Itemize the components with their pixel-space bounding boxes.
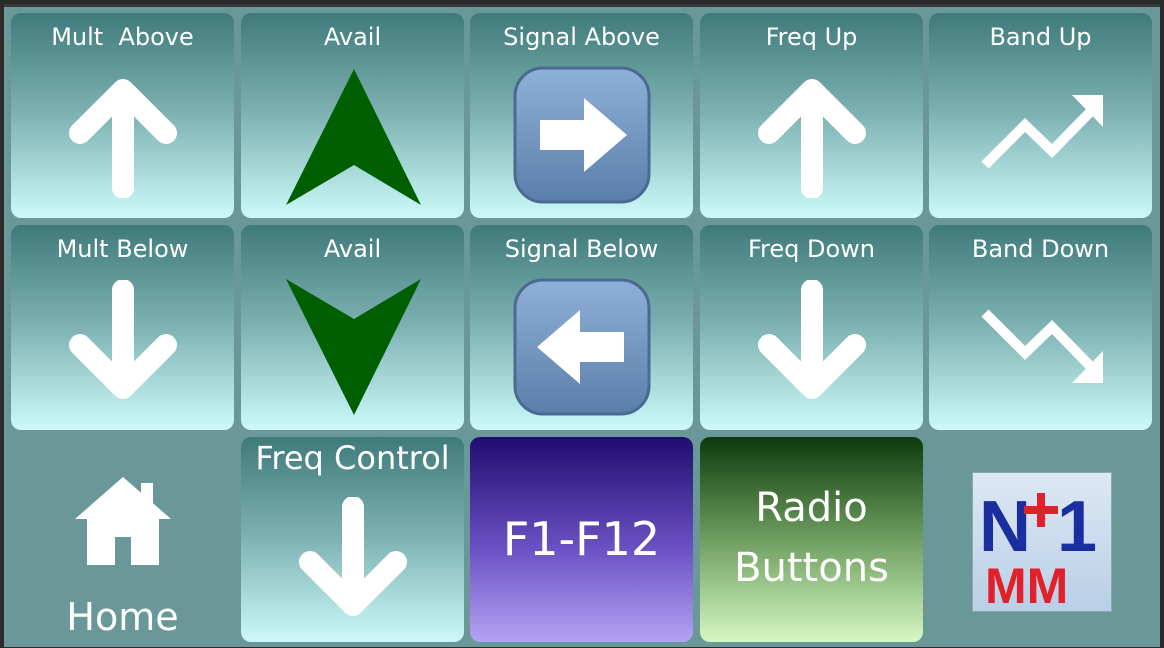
band-down-label: Band Down (971, 235, 1110, 263)
avail-up-label: Avail (323, 23, 382, 51)
svg-text:N: N (979, 487, 1031, 567)
function-keys-button[interactable]: F1-F12 (470, 437, 693, 642)
home-label: Home (66, 595, 179, 639)
arrow-right-emoji-icon (513, 66, 651, 204)
trending-down-icon (981, 309, 1103, 383)
triangle-up-icon (286, 69, 421, 205)
freq-down-label: Freq Down (747, 235, 876, 263)
signal-below-label: Signal Below (504, 235, 659, 263)
signal-above-label: Signal Above (503, 23, 660, 51)
home-button[interactable]: Home (11, 437, 234, 642)
freq-down-button[interactable]: Freq Down (700, 225, 923, 430)
band-up-button[interactable]: Band Up (929, 13, 1152, 218)
band-down-button[interactable]: Band Down (929, 225, 1152, 430)
freq-up-button[interactable]: Freq Up (700, 13, 923, 218)
trending-up-icon (981, 95, 1103, 169)
freq-control-button[interactable]: Freq Control (241, 437, 464, 642)
mult-below-button[interactable]: Mult Below (11, 225, 234, 430)
arrow-up-icon (758, 79, 866, 198)
freq-control-label: Freq Control (255, 439, 450, 477)
mult-above-label: Mult Above (51, 23, 194, 51)
signal-above-button[interactable]: Signal Above (470, 13, 693, 218)
svg-text:1: 1 (1057, 487, 1097, 567)
avail-up-button[interactable]: Avail (241, 13, 464, 218)
n1mm-logo: N 1 MM (972, 472, 1112, 614)
arrow-down-icon (69, 280, 177, 399)
mult-below-label: Mult Below (56, 235, 189, 263)
arrow-left-emoji-icon (513, 278, 651, 416)
svg-text:MM: MM (985, 558, 1068, 611)
signal-below-button[interactable]: Signal Below (470, 225, 693, 430)
mult-above-button[interactable]: Mult Above (11, 13, 234, 218)
radio-buttons-label-line1: Radio (755, 485, 868, 531)
button-panel: Mult Above Avail Signal Above Freq Up Ba… (4, 4, 1160, 647)
band-up-label: Band Up (989, 23, 1092, 51)
avail-down-label: Avail (323, 235, 382, 263)
freq-up-label: Freq Up (765, 23, 858, 51)
home-icon (75, 477, 171, 565)
triangle-down-icon (286, 279, 421, 415)
arrow-up-icon (69, 79, 177, 198)
avail-down-button[interactable]: Avail (241, 225, 464, 430)
arrow-down-icon (758, 280, 866, 399)
function-keys-label: F1-F12 (502, 512, 661, 566)
arrow-down-icon (299, 497, 407, 616)
radio-buttons-label-line2: Buttons (734, 545, 889, 591)
radio-buttons-button[interactable]: Radio Buttons (700, 437, 923, 642)
